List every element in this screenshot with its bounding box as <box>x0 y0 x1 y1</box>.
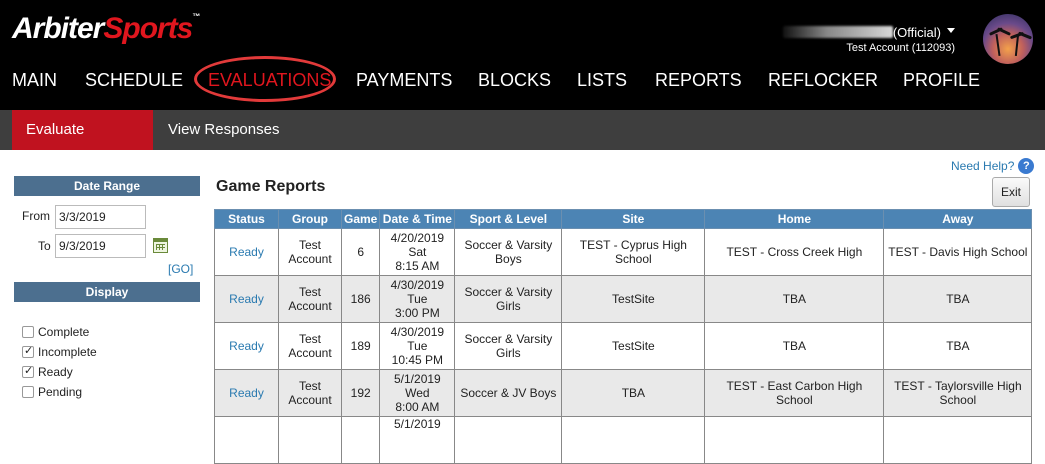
checkbox-incomplete[interactable] <box>22 344 34 358</box>
home-cell: TEST - East Carbon High School <box>704 369 885 417</box>
site-cell <box>561 416 706 464</box>
status-link[interactable] <box>214 416 279 464</box>
date-range-header: Date Range <box>14 176 200 196</box>
date-time-cell: 5/1/2019 Wed 8:00 AM <box>379 369 456 417</box>
account-menu[interactable]: (Official) Test Account (112093) <box>782 24 955 54</box>
table-row[interactable]: Ready Test Account 6 4/20/2019 Sat 8:15 AM… <box>214 228 1033 276</box>
tab-view-responses[interactable]: View Responses <box>154 110 293 150</box>
site-cell: TEST - Cyprus High School <box>561 228 706 276</box>
sub-nav: Evaluate Officials View Responses <box>0 110 1045 178</box>
col-home[interactable]: Home <box>704 209 885 229</box>
sport-level-cell <box>454 416 563 464</box>
table-header-row: Status Group Game Date & Time Sport & Le… <box>214 209 1033 229</box>
status-link[interactable]: Ready <box>214 369 279 417</box>
home-cell: TBA <box>704 322 885 370</box>
account-role: (Official) <box>892 24 941 40</box>
away-cell: TEST - Davis High School <box>883 228 1033 276</box>
col-site[interactable]: Site <box>561 209 706 229</box>
status-link[interactable]: Ready <box>214 228 279 276</box>
site-cell: TBA <box>561 369 706 417</box>
away-cell: TBA <box>883 322 1033 370</box>
sport-level-cell: Soccer & Varsity Girls <box>454 275 563 323</box>
group-cell: Test Account <box>278 369 342 417</box>
caret-down-icon[interactable] <box>947 27 955 33</box>
from-date-input[interactable] <box>55 205 146 229</box>
top-header: ArbiterSports™ (Official) Test Account (… <box>0 0 1045 110</box>
arbitersports-logo[interactable]: ArbiterSports™ <box>12 12 200 46</box>
date-time-cell: 4/30/2019 Tue 3:00 PM <box>379 275 456 323</box>
group-cell <box>278 416 342 464</box>
home-cell: TBA <box>704 275 885 323</box>
filter-incomplete[interactable]: Incomplete <box>22 344 97 359</box>
nav-evaluations[interactable]: EVALUATIONS <box>208 66 331 94</box>
game-cell: 186 <box>340 275 381 323</box>
nav-payments[interactable]: PAYMENTS <box>356 66 452 94</box>
col-sport-level[interactable]: Sport & Level <box>454 209 563 229</box>
nav-blocks[interactable]: BLOCKS <box>478 66 551 94</box>
checkbox-complete[interactable] <box>22 326 34 338</box>
status-link[interactable]: Ready <box>214 275 279 323</box>
filter-pending[interactable]: Pending <box>22 385 82 399</box>
away-cell <box>883 416 1033 464</box>
checkbox-pending[interactable] <box>22 386 34 398</box>
nav-profile[interactable]: PROFILE <box>903 66 980 94</box>
nav-reflocker[interactable]: REFLOCKER <box>768 66 878 94</box>
game-cell: 189 <box>340 322 381 370</box>
group-cell: Test Account <box>278 228 342 276</box>
filter-complete[interactable]: Complete <box>22 325 89 339</box>
to-date-input[interactable] <box>55 234 146 258</box>
col-group[interactable]: Group <box>278 209 342 229</box>
exit-button[interactable]: Exit <box>992 177 1030 207</box>
status-link[interactable]: Ready <box>214 322 279 370</box>
table-row[interactable]: Ready Test Account 189 4/30/2019 Tue 10:45… <box>214 322 1033 370</box>
home-cell <box>704 416 885 464</box>
help-question-icon[interactable]: ? <box>1018 158 1035 174</box>
nav-main[interactable]: MAIN <box>12 66 57 94</box>
display-header: Display <box>14 282 200 302</box>
nav-reports[interactable]: REPORTS <box>655 66 742 94</box>
away-cell: TEST - Taylorsville High School <box>883 369 1033 417</box>
filter-ready[interactable]: Ready <box>22 364 73 379</box>
avatar[interactable] <box>983 14 1033 64</box>
sport-level-cell: Soccer & Varsity Girls <box>454 322 563 370</box>
nav-lists[interactable]: LISTS <box>577 66 627 94</box>
group-cell: Test Account <box>278 322 342 370</box>
site-cell: TestSite <box>561 322 706 370</box>
away-cell: TBA <box>883 275 1033 323</box>
game-cell <box>340 416 381 464</box>
game-cell: 192 <box>340 369 381 417</box>
date-time-cell: 5/1/2019 <box>379 416 456 464</box>
sport-level-cell: Soccer & JV Boys <box>454 369 563 417</box>
to-label: To <box>38 239 51 253</box>
col-away[interactable]: Away <box>883 209 1033 229</box>
group-cell: Test Account <box>278 275 342 323</box>
calendar-icon[interactable] <box>153 238 168 253</box>
need-help-link[interactable]: Need Help? ? <box>951 158 1035 174</box>
account-name: Test Account (112093) <box>846 42 955 54</box>
sport-level-cell: Soccer & Varsity Boys <box>454 228 563 276</box>
game-reports-table: Status Group Game Date & Time Sport & Le… <box>214 209 1033 464</box>
game-cell: 6 <box>340 228 381 276</box>
date-time-cell: 4/30/2019 Tue 10:45 PM <box>379 322 456 370</box>
col-game[interactable]: Game <box>340 209 381 229</box>
tab-evaluate-officials[interactable]: Evaluate Officials <box>12 110 153 178</box>
nav-schedule[interactable]: SCHEDULE <box>85 66 183 94</box>
table-row[interactable]: Ready Test Account 192 5/1/2019 Wed 8:00 A… <box>214 369 1033 417</box>
home-cell: TEST - Cross Creek High <box>704 228 885 276</box>
col-status[interactable]: Status <box>214 209 279 229</box>
go-link[interactable]: [GO] <box>168 262 193 276</box>
col-date-time[interactable]: Date & Time <box>379 209 456 229</box>
page-title: Game Reports <box>216 178 326 195</box>
table-row[interactable]: 5/1/2019 <box>214 416 1033 464</box>
site-cell: TestSite <box>561 275 706 323</box>
from-label: From <box>22 209 50 223</box>
date-time-cell: 4/20/2019 Sat 8:15 AM <box>379 228 456 276</box>
redacted-user-name <box>782 26 893 38</box>
palm-tree-shape <box>995 33 1001 57</box>
checkbox-ready[interactable] <box>22 364 34 378</box>
table-row[interactable]: Ready Test Account 186 4/30/2019 Tue 3:00 … <box>214 275 1033 323</box>
